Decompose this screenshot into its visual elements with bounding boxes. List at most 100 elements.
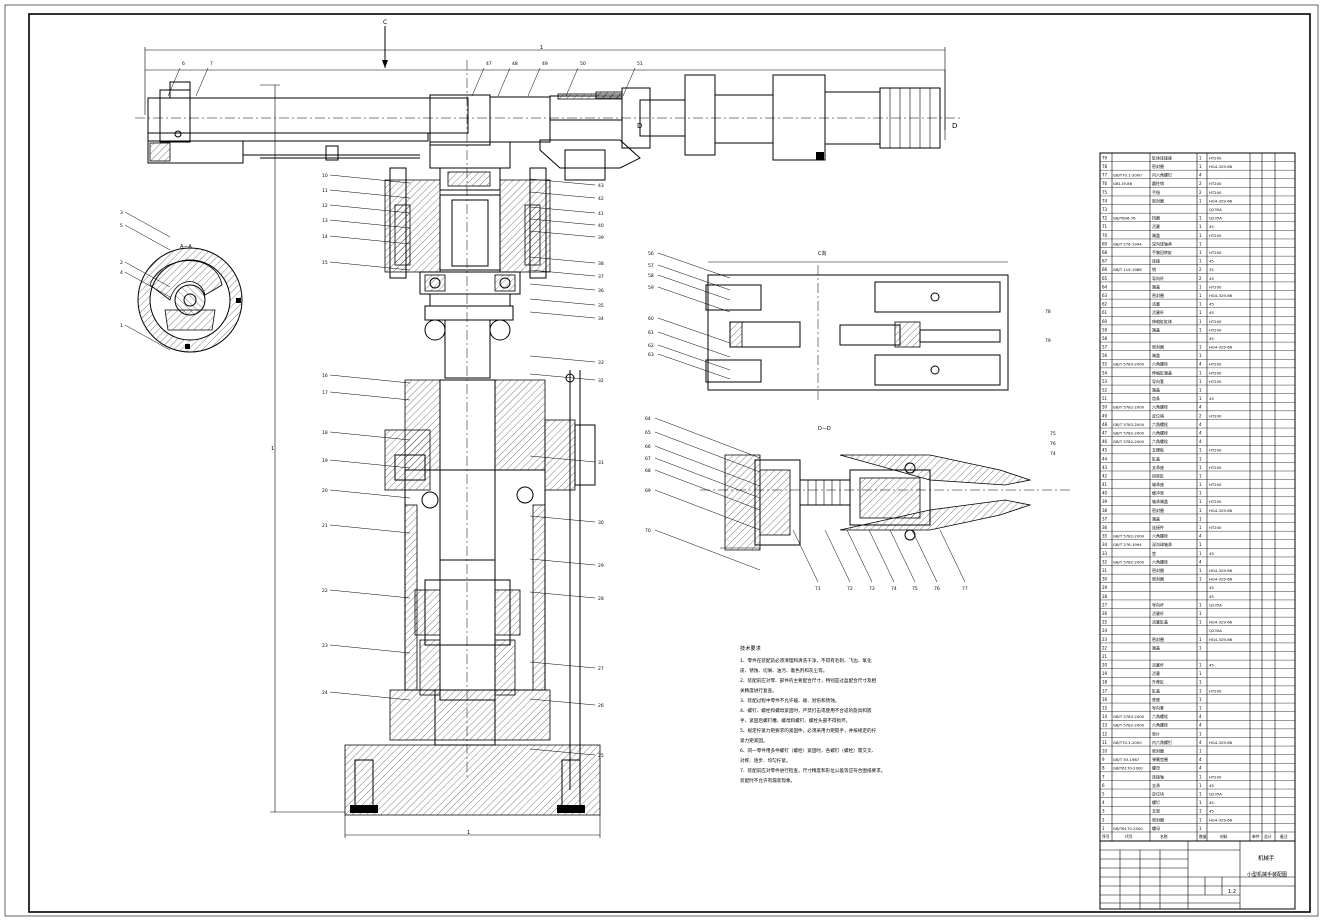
- part-no-19: 19: [1102, 671, 1108, 676]
- part-name-44: 缸盖: [1152, 455, 1160, 461]
- part-name-55: 六角螺栓: [1152, 361, 1168, 367]
- part-qty-70: 1: [1199, 233, 1202, 238]
- part-qty-30: 1: [1199, 577, 1202, 582]
- part-name-11: 内六角螺钉: [1152, 739, 1172, 745]
- part-no-64: 64: [1102, 284, 1108, 289]
- part-name-49: 定位销: [1152, 412, 1164, 418]
- part-name-27: 导向杆: [1152, 601, 1164, 607]
- part-mat-36: HT200: [1209, 525, 1222, 530]
- part-code-55: GB/T 5783-2000: [1113, 362, 1145, 367]
- part-mat-3: 45: [1209, 809, 1214, 814]
- part-mat-75: HT200: [1209, 190, 1222, 195]
- balloon-36: 36: [598, 288, 604, 294]
- parts-header-1: 代号: [1125, 834, 1133, 839]
- part-mat-24: Q235A: [1209, 628, 1222, 633]
- part-no-67: 67: [1102, 259, 1108, 264]
- part-name-64: 端盖: [1152, 283, 1160, 289]
- part-qty-49: 2: [1199, 413, 1202, 418]
- part-mat-79: HT200: [1209, 155, 1222, 160]
- part-no-51: 51: [1102, 396, 1108, 401]
- parts-header-3: 数量: [1199, 834, 1207, 839]
- balloon-1: 1: [120, 323, 123, 329]
- balloon-35: 35: [598, 303, 604, 309]
- part-no-24: 24: [1102, 628, 1108, 633]
- part-qty-41: 1: [1199, 482, 1202, 487]
- part-qty-71: 1: [1199, 224, 1202, 229]
- part-no-54: 54: [1102, 370, 1108, 375]
- parts-header-6: 总计: [1264, 834, 1272, 839]
- part-name-2: 密封圈: [1152, 816, 1164, 822]
- part-name-19: 活塞: [1152, 670, 1160, 676]
- balloon-19: 19: [322, 458, 328, 464]
- part-name-47: 六角螺栓: [1152, 429, 1168, 435]
- part-code-72: GB/T896-76: [1113, 216, 1136, 221]
- balloon-3: 3: [120, 210, 123, 216]
- part-no-30: 30: [1102, 577, 1108, 582]
- part-qty-60: 1: [1199, 319, 1202, 324]
- part-no-3: 3: [1102, 809, 1105, 814]
- balloon-29: 29: [598, 563, 604, 569]
- part-name-5: 定位块: [1152, 790, 1164, 796]
- part-mat-4: 45: [1209, 800, 1214, 805]
- balloon-d-75: 75: [1050, 431, 1056, 437]
- part-mat-49: HT200: [1209, 413, 1222, 418]
- part-mat-33: 45: [1209, 551, 1214, 556]
- part-name-8: 螺母: [1152, 765, 1160, 771]
- balloon-76: 76: [934, 586, 940, 592]
- technical-notes: 技术要求 1、零件在装配前必须清理和清洗干净，不得有毛刺、飞边、氧化皮、锈蚀、切…: [740, 644, 885, 784]
- part-name-56: 端盖: [1152, 352, 1160, 358]
- part-no-41: 41: [1102, 482, 1108, 487]
- part-name-62: 活塞: [1152, 301, 1160, 307]
- part-qty-55: 4: [1199, 362, 1202, 367]
- part-qty-43: 1: [1199, 465, 1202, 470]
- balloon-42: 42: [598, 196, 604, 202]
- part-qty-9: 4: [1199, 757, 1202, 762]
- part-qty-72: 1: [1199, 216, 1202, 221]
- parts-header-2: 名称: [1160, 834, 1168, 839]
- part-qty-69: 1: [1199, 241, 1202, 246]
- parts-header-0: 序号: [1102, 834, 1110, 839]
- part-no-79: 79: [1102, 155, 1108, 160]
- balloon-4: 4: [120, 270, 123, 276]
- part-name-52: 端盖: [1152, 387, 1160, 393]
- title-block: 机械手 小型机械手装配图 1:2: [1099, 840, 1296, 910]
- balloon-75: 75: [912, 586, 918, 592]
- part-mat-38: HG4-329-66: [1209, 508, 1233, 513]
- part-qty-5: 1: [1199, 791, 1202, 796]
- part-no-74: 74: [1102, 198, 1108, 203]
- part-no-22: 22: [1102, 645, 1108, 650]
- part-name-43: 支承座: [1152, 464, 1164, 470]
- notes-line-13: 装配时不允许有漏装现象。: [740, 777, 795, 784]
- balloon-73: 73: [869, 586, 875, 592]
- part-no-15: 15: [1102, 706, 1108, 711]
- part-qty-51: 1: [1199, 396, 1202, 401]
- part-qty-59: 1: [1199, 327, 1202, 332]
- part-qty-16: 1: [1199, 697, 1202, 702]
- notes-line-4: 关精度进行复查。: [740, 687, 777, 694]
- part-name-23: 密封圈: [1152, 636, 1164, 642]
- part-mat-59: HT200: [1209, 327, 1222, 332]
- balloon-d-74: 74: [1050, 451, 1056, 457]
- balloon-63: 63: [648, 352, 654, 358]
- part-mat-30: HG4-329-66: [1209, 577, 1233, 582]
- part-no-42: 42: [1102, 473, 1108, 478]
- part-no-77: 77: [1102, 173, 1108, 178]
- balloon-40: 40: [598, 223, 604, 229]
- part-name-18: 升降缸: [1152, 679, 1164, 685]
- part-name-31: 密封圈: [1152, 567, 1164, 573]
- part-no-18: 18: [1102, 680, 1108, 685]
- part-no-60: 60: [1102, 319, 1108, 324]
- part-name-7: 连接轴: [1152, 773, 1164, 779]
- part-name-67: 连接: [1152, 258, 1160, 264]
- part-name-53: 导向套: [1152, 378, 1164, 384]
- balloon-24: 24: [322, 690, 328, 696]
- part-qty-40: 1: [1199, 491, 1202, 496]
- notes-line-11: 对称、逐步、均匀拧紧。: [740, 757, 791, 764]
- balloon-33: 33: [598, 360, 604, 366]
- part-no-35: 35: [1102, 534, 1108, 539]
- part-no-43: 43: [1102, 465, 1108, 470]
- part-name-48: 六角螺栓: [1152, 421, 1168, 427]
- balloon-71: 71: [815, 586, 821, 592]
- part-name-30: 密封圈: [1152, 576, 1164, 582]
- part-name-61: 活塞杆: [1152, 309, 1164, 315]
